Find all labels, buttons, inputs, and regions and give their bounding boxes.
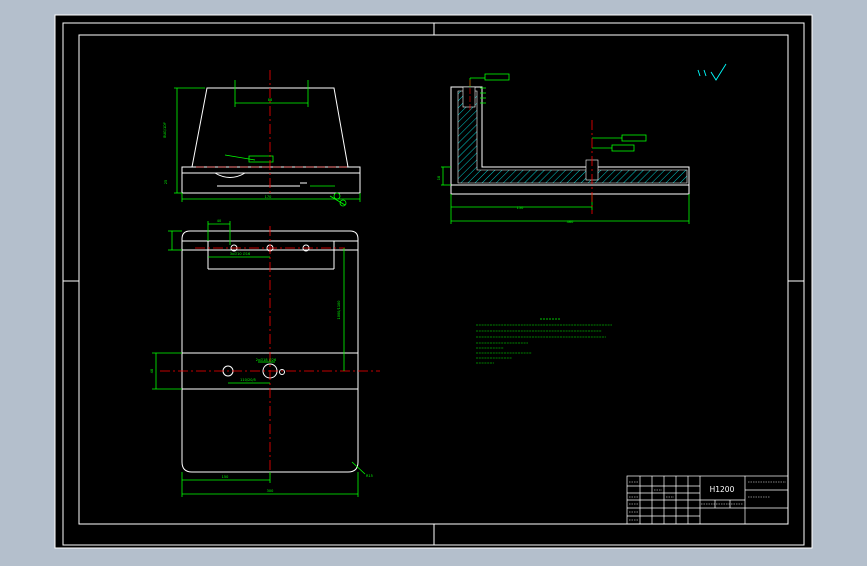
svg-text:40: 40 <box>217 219 221 223</box>
svg-text:2x∅18 ∅26: 2x∅18 ∅26 <box>256 358 276 362</box>
svg-text:25: 25 <box>164 180 168 184</box>
paper-sheet <box>54 14 813 549</box>
svg-text:3x∅10 ∅16: 3x∅10 ∅16 <box>230 252 250 256</box>
svg-text:150: 150 <box>222 475 229 479</box>
svg-text:150: 150 <box>517 206 524 210</box>
cad-viewport[interactable]: 88 170 BUG/1DF 25 150 460 18 40 3x∅10 ∅1… <box>0 0 867 562</box>
svg-text:48: 48 <box>150 369 154 373</box>
svg-text:R15: R15 <box>366 474 373 478</box>
svg-text:BUG/1DF: BUG/1DF <box>163 122 167 138</box>
svg-text:300: 300 <box>267 489 274 493</box>
drawing-number: H1200 <box>710 485 735 494</box>
svg-text:110/20/5: 110/20/5 <box>240 378 256 382</box>
svg-text:18: 18 <box>437 176 441 180</box>
drawing-canvas: 88 170 BUG/1DF 25 150 460 18 40 3x∅10 ∅1… <box>54 14 813 549</box>
svg-text:170: 170 <box>265 195 272 199</box>
svg-text:460: 460 <box>567 220 574 224</box>
svg-text:1000/1100: 1000/1100 <box>337 301 341 320</box>
svg-text:88: 88 <box>268 98 272 102</box>
